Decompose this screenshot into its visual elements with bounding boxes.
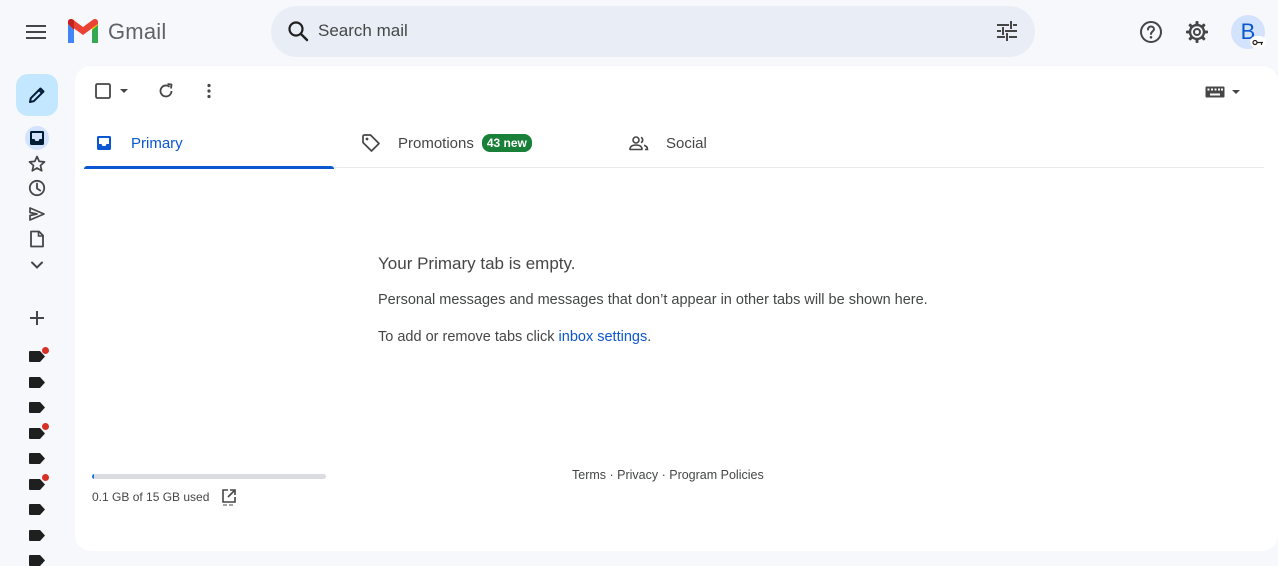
left-navigation-rail (0, 64, 75, 566)
category-tabs: Primary Promotions 43 new Social (84, 118, 1264, 169)
nav-drafts[interactable] (26, 228, 48, 250)
footer-links: Terms · Privacy · Program Policies (572, 468, 764, 482)
draft-icon (30, 230, 44, 248)
label-icon (29, 428, 45, 439)
inbox-icon (97, 136, 111, 150)
storage-usage-text: 0.1 GB of 15 GB used (92, 490, 210, 504)
plus-icon (30, 311, 44, 325)
settings-hint-prefix: To add or remove tabs click (378, 329, 559, 345)
main-menu-button[interactable] (16, 12, 56, 52)
people-icon (629, 136, 649, 151)
empty-state-title: Your Primary tab is empty. (378, 254, 576, 273)
input-tools-button[interactable] (1203, 82, 1243, 102)
search-icon (288, 21, 309, 42)
send-icon (29, 207, 45, 221)
label-unread-dot (42, 474, 49, 481)
search-input[interactable] (318, 16, 978, 46)
tab-promotions[interactable]: Promotions 43 new (361, 118, 611, 168)
inbox-settings-link[interactable]: inbox settings (559, 329, 648, 345)
search-button[interactable] (283, 16, 313, 46)
compose-button[interactable] (16, 74, 58, 116)
tag-icon (362, 134, 380, 152)
label-icon (29, 402, 45, 413)
nav-snoozed[interactable] (26, 177, 48, 199)
label-item[interactable] (29, 451, 45, 464)
main-panel: Primary Promotions 43 new Social Your Pr… (75, 66, 1278, 551)
key-badge-icon (1250, 36, 1266, 48)
footer-separator: · (658, 468, 670, 482)
label-icon (29, 377, 45, 388)
nav-sent[interactable] (26, 203, 48, 225)
select-all-checkbox[interactable] (92, 80, 132, 102)
more-options-button[interactable] (199, 81, 219, 101)
terms-link[interactable]: Terms (572, 468, 606, 482)
create-label-button[interactable] (26, 307, 48, 329)
privacy-link[interactable]: Privacy (617, 468, 658, 482)
label-item[interactable] (29, 375, 45, 388)
empty-state-settings-hint: To add or remove tabs click inbox settin… (378, 329, 651, 345)
tab-primary-label: Primary (131, 134, 183, 152)
label-item[interactable] (29, 553, 45, 566)
nav-more[interactable] (26, 254, 48, 276)
program-policies-link[interactable]: Program Policies (669, 468, 763, 482)
storage-usage-fill (92, 474, 94, 479)
label-icon (29, 555, 45, 566)
settings-button[interactable] (1177, 12, 1217, 52)
top-bar: Gmail Search mail B (0, 0, 1278, 64)
tab-promotions-label: Promotions (398, 134, 474, 152)
pencil-icon (29, 87, 45, 103)
caret-down-icon (1232, 90, 1240, 94)
nav-inbox[interactable] (25, 126, 49, 150)
label-item[interactable] (29, 502, 45, 515)
tab-primary[interactable]: Primary (84, 118, 334, 169)
refresh-icon (159, 83, 173, 98)
label-icon (29, 504, 45, 515)
tune-icon (997, 21, 1017, 41)
label-unread-dot (42, 347, 49, 354)
manage-storage-button[interactable] (220, 488, 238, 506)
inbox-icon (30, 131, 44, 145)
nav-starred[interactable] (26, 153, 48, 175)
empty-state-description: Personal messages and messages that don’… (378, 292, 928, 308)
star-icon (28, 155, 46, 172)
open-in-new-icon (222, 489, 236, 506)
more-vert-icon (207, 83, 211, 99)
label-item[interactable] (29, 528, 45, 541)
chevron-down-icon (31, 261, 43, 269)
gear-icon (1186, 21, 1208, 43)
label-item[interactable] (29, 400, 45, 413)
support-button[interactable] (1131, 12, 1171, 52)
active-tab-indicator (84, 166, 334, 169)
tab-social[interactable]: Social (629, 118, 879, 168)
footer-separator: · (606, 468, 618, 482)
app-logo-text: Gmail (108, 19, 167, 44)
keyboard-icon (1205, 86, 1225, 98)
label-icon (29, 453, 45, 464)
search-options-button[interactable] (993, 17, 1021, 45)
menu-icon (26, 25, 46, 39)
gmail-m-icon (68, 19, 98, 43)
gmail-logo[interactable]: Gmail (66, 16, 166, 48)
caret-down-icon (120, 89, 128, 93)
clock-icon (28, 179, 46, 197)
label-icon (29, 530, 45, 541)
help-icon (1140, 21, 1162, 43)
label-icon (29, 479, 45, 490)
refresh-button[interactable] (156, 81, 176, 101)
search-bar[interactable] (271, 6, 1035, 57)
label-unread-dot (42, 423, 49, 430)
settings-hint-suffix: . (647, 329, 652, 345)
storage-usage-bar (92, 474, 326, 479)
tab-social-label: Social (666, 134, 707, 152)
promotions-new-badge: 43 new (481, 134, 532, 152)
checkbox-icon (95, 83, 111, 99)
